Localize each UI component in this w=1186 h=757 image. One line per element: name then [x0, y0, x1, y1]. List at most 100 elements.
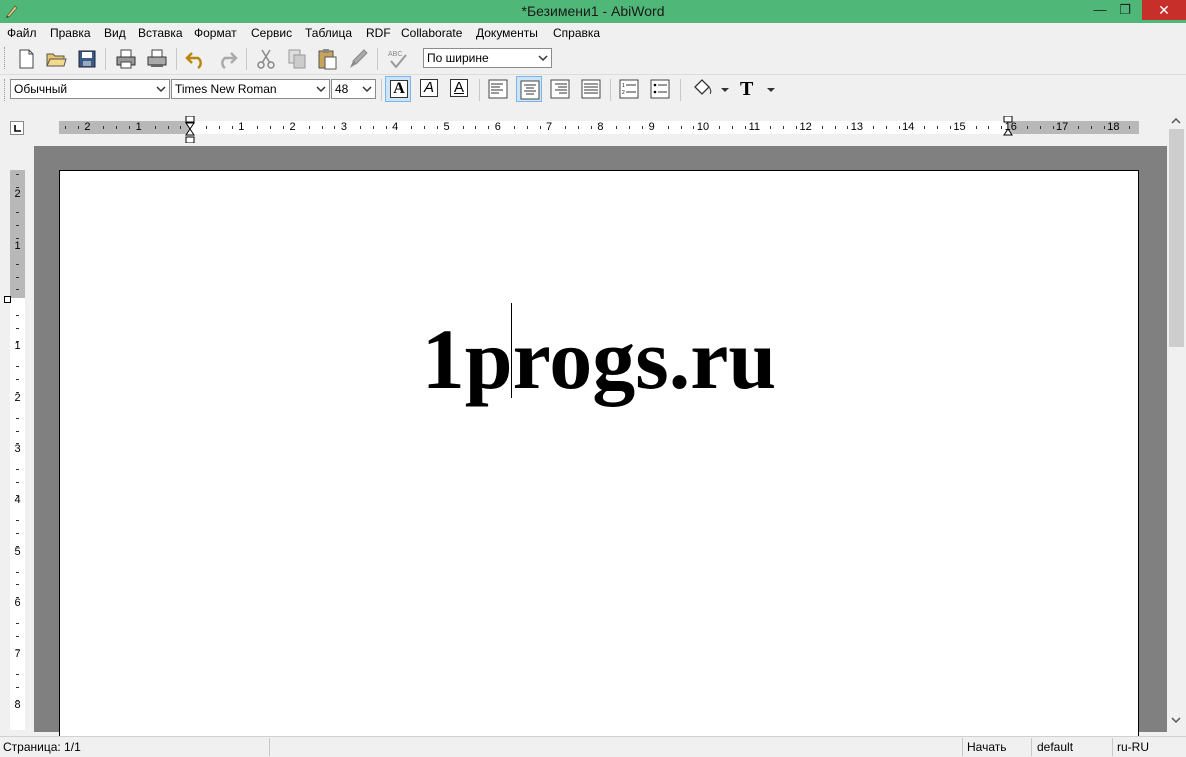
- underline-icon: A: [450, 79, 468, 97]
- ruler-number: 1: [14, 340, 21, 353]
- caret-down-icon[interactable]: [766, 86, 776, 94]
- ruler-tick: [16, 468, 19, 470]
- top-margin-marker[interactable]: [4, 296, 11, 303]
- menu-rdf[interactable]: RDF: [366, 26, 391, 40]
- menu-edit[interactable]: Правка: [50, 26, 91, 40]
- text-color-icon[interactable]: T: [740, 78, 753, 101]
- ruler-number: 5: [14, 545, 21, 558]
- paragraph-align-combo[interactable]: По ширине: [423, 48, 552, 68]
- font-combo[interactable]: Times New Roman: [171, 79, 330, 99]
- close-button[interactable]: ✕: [1142, 0, 1186, 20]
- ruler-tick: [283, 126, 285, 129]
- menu-view[interactable]: Вид: [104, 26, 126, 40]
- ruler-tick: [308, 126, 310, 129]
- print-preview-button[interactable]: [145, 47, 169, 71]
- style-combo[interactable]: Обычный: [10, 79, 170, 99]
- printer-icon: [116, 49, 136, 69]
- ruler-number: 2: [14, 188, 21, 201]
- tab-stop-selector[interactable]: [10, 121, 24, 135]
- chevron-down-icon: [316, 86, 326, 93]
- ruler-tick: [16, 571, 19, 573]
- ruler-number: 8: [597, 121, 604, 133]
- horizontal-ruler[interactable]: 2 1 1 2 3 4 5 6 7 8 9 10 11 12 13 14 15 16 17 18: [59, 121, 1139, 134]
- ruler-tick: [16, 674, 19, 676]
- format-painter-button[interactable]: [346, 47, 370, 71]
- ruler-tick: [16, 545, 19, 547]
- font-size-value: 48: [335, 82, 349, 96]
- menu-help[interactable]: Справка: [553, 26, 600, 40]
- language-indicator[interactable]: ru-RU: [1117, 740, 1149, 754]
- ruler-tick: [257, 126, 259, 129]
- spellcheck-button[interactable]: ABC: [386, 47, 410, 71]
- copy-button[interactable]: [285, 47, 309, 71]
- ruler-number: 7: [14, 648, 21, 661]
- ruler-number: 2: [14, 391, 21, 404]
- ruler-tick: [783, 126, 785, 129]
- menu-tools[interactable]: Сервис: [251, 26, 292, 40]
- save-button[interactable]: [75, 47, 99, 71]
- status-divider: [1031, 738, 1032, 756]
- bullet-list-button[interactable]: [647, 76, 673, 102]
- align-left-icon: [488, 79, 508, 99]
- left-indent-marker[interactable]: [184, 116, 196, 143]
- menu-table[interactable]: Таблица: [305, 26, 352, 40]
- align-justify-icon: [581, 79, 601, 99]
- menu-documents[interactable]: Документы: [476, 26, 538, 40]
- numbered-list-button[interactable]: 12: [616, 76, 642, 102]
- cut-button[interactable]: [254, 47, 278, 71]
- ruler-tick: [796, 126, 798, 129]
- italic-button[interactable]: A: [416, 76, 442, 102]
- bold-button[interactable]: A: [385, 76, 411, 102]
- ruler-tick: [16, 699, 19, 701]
- spellcheck-icon: ABC: [388, 51, 407, 69]
- scrollbar-thumb[interactable]: [1169, 129, 1184, 347]
- ruler-number: 10: [696, 121, 710, 133]
- underline-button[interactable]: A: [446, 76, 472, 102]
- vertical-scrollbar[interactable]: [1167, 113, 1186, 732]
- ruler-tick: [16, 481, 19, 483]
- new-document-button[interactable]: [14, 47, 38, 71]
- ruler-tick: [16, 494, 19, 496]
- print-button[interactable]: [114, 47, 138, 71]
- horizontal-ruler-area: 2 1 1 2 3 4 5 6 7 8 9 10 11 12 13 14 15 16 17 18: [0, 113, 1186, 146]
- undo-button[interactable]: [184, 47, 208, 71]
- toolbar-grip[interactable]: [4, 47, 7, 69]
- align-left-button[interactable]: [485, 76, 511, 102]
- restore-button[interactable]: ❐: [1110, 0, 1140, 20]
- copy-icon: [288, 49, 306, 69]
- numbered-list-icon: 12: [619, 79, 639, 99]
- ruler-number: 11: [748, 121, 761, 133]
- align-center-button[interactable]: [516, 76, 542, 102]
- menu-format[interactable]: Формат: [194, 26, 237, 40]
- right-indent-marker[interactable]: [1002, 116, 1014, 136]
- menu-file[interactable]: Файл: [7, 26, 37, 40]
- scroll-down-icon[interactable]: [1171, 716, 1181, 724]
- redo-button[interactable]: [215, 47, 239, 71]
- ruler-tick: [77, 126, 79, 129]
- align-justify-button[interactable]: [578, 76, 604, 102]
- document-text[interactable]: 1progs.ru: [60, 309, 1138, 409]
- caret-down-icon[interactable]: [720, 86, 730, 94]
- menu-insert[interactable]: Вставка: [138, 26, 183, 40]
- vertical-ruler[interactable]: 2 1 1 2 3 4 5 6 7 8: [10, 170, 25, 730]
- ruler-number: 5: [443, 121, 450, 133]
- document-page[interactable]: 1progs.ru: [59, 170, 1139, 740]
- ruler-number: 9: [648, 121, 655, 133]
- open-button[interactable]: [44, 47, 68, 71]
- paste-button[interactable]: [315, 47, 339, 71]
- ruler-tick: [16, 276, 19, 278]
- ruler-tick: [103, 126, 105, 129]
- menu-collaborate[interactable]: Collaborate: [401, 26, 462, 40]
- font-size-combo[interactable]: 48: [331, 79, 376, 99]
- italic-icon: A: [420, 79, 438, 97]
- ruler-number: 8: [14, 699, 21, 712]
- ruler-tick: [16, 186, 19, 188]
- toolbar-grip[interactable]: [4, 79, 7, 101]
- ruler-number: 2: [289, 121, 296, 133]
- ruler-number: 17: [1055, 121, 1069, 133]
- insert-mode-indicator[interactable]: Начать: [967, 740, 1007, 754]
- highlight-color-button[interactable]: [690, 77, 714, 101]
- scroll-up-icon[interactable]: [1171, 117, 1181, 125]
- align-right-button[interactable]: [547, 76, 573, 102]
- paint-bucket-icon: [694, 79, 712, 95]
